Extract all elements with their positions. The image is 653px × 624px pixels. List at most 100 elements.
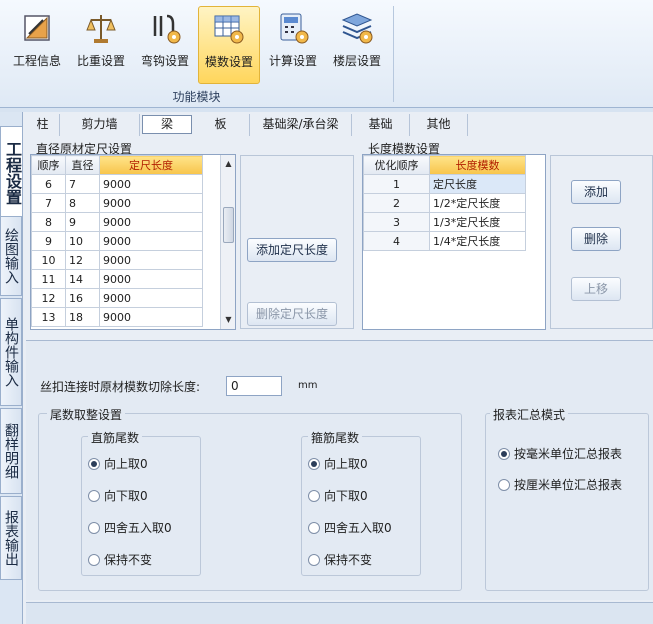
table-gear-icon [214, 15, 244, 44]
straight-round-down-radio[interactable]: 向下取0 [88, 487, 148, 504]
report-mode-title: 报表汇总模式 [490, 406, 569, 423]
diameter-cell[interactable]: 12 [65, 250, 100, 270]
radio-dot [88, 521, 100, 534]
order-cell[interactable]: 10 [31, 250, 66, 270]
cut-length-input[interactable]: 0 [226, 376, 282, 396]
table-row[interactable]: 9 10 9000 [31, 231, 203, 251]
tab-beam[interactable]: 梁 [142, 115, 192, 134]
add-stock-length-button[interactable]: 添加定尺长度 [247, 238, 337, 262]
opt-order-cell[interactable]: 2 [363, 193, 430, 213]
scroll-up-arrow-icon[interactable]: ▲ [221, 157, 235, 171]
col-length-modulus: 长度模数 [429, 155, 526, 175]
length-modulus-cell[interactable]: 1/3*定尺长度 [429, 212, 526, 232]
order-cell[interactable]: 13 [31, 307, 66, 327]
stock-length-cell[interactable]: 9000 [99, 269, 203, 289]
tail-rounding-group: 尾数取整设置 直筋尾数 向上取0 向下取0 四舍五入取0 保持不变 箍筋尾数 向… [38, 406, 462, 591]
diameter-grid-scrollbar[interactable]: ▲ ▼ [220, 155, 235, 329]
ribbon-group-separator [393, 6, 394, 102]
floors-gear-icon [341, 13, 373, 44]
order-cell[interactable]: 6 [31, 174, 66, 194]
tab-other[interactable]: 其他 [410, 114, 468, 136]
project-info-button[interactable]: 工程信息 [6, 6, 68, 84]
straight-round-half-radio[interactable]: 四舍五入取0 [88, 519, 172, 536]
modulus-settings-button[interactable]: 模数设置 [198, 6, 260, 84]
stirrup-round-up-radio[interactable]: 向上取0 [308, 455, 368, 472]
diameter-table: 顺序 直径 定尺长度 6 7 9000 7 8 9000 8 9 9000 9 10 9000 10 12… [31, 155, 203, 327]
tab-drawing-input[interactable]: 绘图输入 [0, 216, 22, 296]
straight-round-up-radio[interactable]: 向上取0 [88, 455, 148, 472]
scroll-down-arrow-icon[interactable]: ▼ [221, 313, 235, 327]
diameter-cell[interactable]: 16 [65, 288, 100, 308]
report-cm-radio[interactable]: 按厘米单位汇总报表 [498, 476, 622, 493]
order-cell[interactable]: 12 [31, 288, 66, 308]
order-cell[interactable]: 11 [31, 269, 66, 289]
add-modulus-button[interactable]: 添加 [571, 180, 621, 204]
delete-stock-length-button[interactable]: 删除定尺长度 [247, 302, 337, 326]
order-cell[interactable]: 7 [31, 193, 66, 213]
tab-foundation-beam[interactable]: 基础梁/承台梁 [250, 114, 352, 136]
table-row[interactable]: 7 8 9000 [31, 193, 203, 213]
tab-shear-wall[interactable]: 剪力墙 [60, 114, 140, 136]
radio-dot [308, 489, 320, 502]
stirrup-round-half-radio[interactable]: 四舍五入取0 [308, 519, 392, 536]
stock-length-cell[interactable]: 9000 [99, 231, 203, 251]
table-row[interactable]: 4 1/4*定尺长度 [363, 231, 526, 251]
stock-length-cell[interactable]: 9000 [99, 212, 203, 232]
move-up-button[interactable]: 上移 [571, 277, 621, 301]
col-stock-length: 定尺长度 [99, 155, 203, 175]
opt-order-cell[interactable]: 4 [363, 231, 430, 251]
diameter-cell[interactable]: 7 [65, 174, 100, 194]
upper-settings-area: 直径原材定尺设置 顺序 直径 定尺长度 6 7 9000 7 8 9000 8 9 9000 9 1… [26, 138, 653, 334]
cut-length-unit: mm [298, 380, 318, 391]
table-row[interactable]: 6 7 9000 [31, 174, 203, 194]
stock-length-cell[interactable]: 9000 [99, 174, 203, 194]
diameter-cell[interactable]: 14 [65, 269, 100, 289]
radio-dot [308, 521, 320, 534]
component-tabs: 柱 剪力墙 梁 板 基础梁/承台梁 基础 其他 [26, 114, 653, 136]
diameter-grid: 顺序 直径 定尺长度 6 7 9000 7 8 9000 8 9 9000 9 10 9000 10 12… [30, 154, 236, 330]
tab-slab[interactable]: 板 [192, 114, 250, 136]
table-row[interactable]: 2 1/2*定尺长度 [363, 193, 526, 213]
table-row[interactable]: 13 18 9000 [31, 307, 203, 327]
report-mm-radio[interactable]: 按毫米单位汇总报表 [498, 445, 622, 462]
stock-length-cell[interactable]: 9000 [99, 288, 203, 308]
stock-length-cell[interactable]: 9000 [99, 250, 203, 270]
diameter-cell[interactable]: 18 [65, 307, 100, 327]
table-row[interactable]: 11 14 9000 [31, 269, 203, 289]
diameter-cell[interactable]: 8 [65, 193, 100, 213]
opt-order-cell[interactable]: 1 [363, 174, 430, 194]
table-row[interactable]: 10 12 9000 [31, 250, 203, 270]
straight-keep-radio[interactable]: 保持不变 [88, 551, 152, 568]
stirrup-round-down-radio[interactable]: 向下取0 [308, 487, 368, 504]
table-row[interactable]: 12 16 9000 [31, 288, 203, 308]
scroll-thumb[interactable] [223, 207, 234, 243]
opt-order-cell[interactable]: 3 [363, 212, 430, 232]
tab-foundation[interactable]: 基础 [352, 114, 410, 136]
col-diameter: 直径 [65, 155, 100, 175]
order-cell[interactable]: 9 [31, 231, 66, 251]
tab-project-settings[interactable]: 工程设置 [0, 126, 22, 220]
tab-report-output[interactable]: 报表输出 [0, 496, 22, 580]
diameter-cell[interactable]: 9 [65, 212, 100, 232]
length-modulus-cell[interactable]: 定尺长度 [429, 174, 526, 194]
hook-settings-button[interactable]: 弯钩设置 [134, 6, 196, 84]
table-row[interactable]: 8 9 9000 [31, 212, 203, 232]
delete-modulus-button[interactable]: 删除 [571, 227, 621, 251]
length-modulus-cell[interactable]: 1/2*定尺长度 [429, 193, 526, 213]
specific-gravity-button[interactable]: 比重设置 [70, 6, 132, 84]
order-cell[interactable]: 8 [31, 212, 66, 232]
stock-length-cell[interactable]: 9000 [99, 193, 203, 213]
length-modulus-cell[interactable]: 1/4*定尺长度 [429, 231, 526, 251]
diameter-cell[interactable]: 10 [65, 231, 100, 251]
balance-scale-icon [86, 15, 116, 43]
table-row[interactable]: 1 定尺长度 [363, 174, 526, 194]
radio-dot [88, 457, 100, 470]
tab-single-component-input[interactable]: 单构件输入 [0, 298, 22, 406]
stirrup-keep-radio[interactable]: 保持不变 [308, 551, 372, 568]
tab-column[interactable]: 柱 [26, 114, 60, 136]
floor-settings-button[interactable]: 楼层设置 [326, 6, 388, 84]
stock-length-cell[interactable]: 9000 [99, 307, 203, 327]
table-row[interactable]: 3 1/3*定尺长度 [363, 212, 526, 232]
tab-detail-list[interactable]: 翻样明细 [0, 408, 22, 494]
calc-settings-button[interactable]: 计算设置 [262, 6, 324, 84]
